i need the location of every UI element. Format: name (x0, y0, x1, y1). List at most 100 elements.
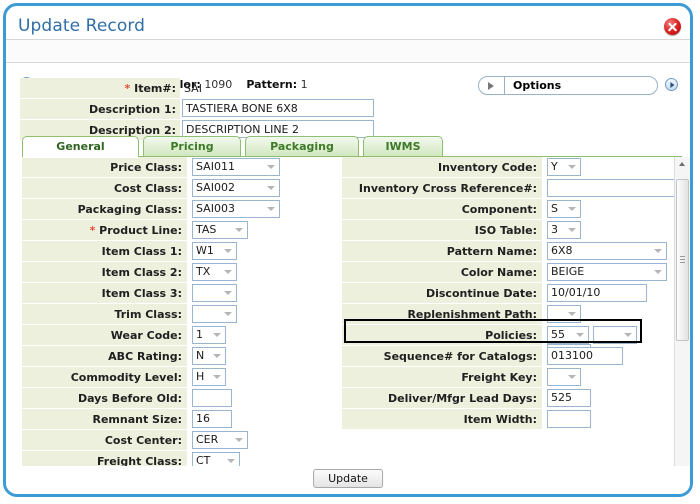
chevron-down-icon[interactable] (576, 333, 584, 337)
field-dropdown[interactable]: SAI011 (192, 158, 280, 176)
field-dropdown[interactable]: 55 (547, 326, 589, 344)
field-dropdown[interactable]: CER (192, 431, 248, 449)
tab-pricing[interactable]: Pricing (143, 136, 241, 157)
play-arrow-icon[interactable] (479, 77, 505, 94)
field-dropdown[interactable] (192, 284, 237, 302)
field-label: * Item#: (20, 78, 180, 99)
update-button[interactable]: Update (313, 469, 383, 488)
field-dropdown[interactable] (192, 305, 237, 323)
close-icon[interactable] (664, 18, 681, 35)
field-dropdown[interactable]: N (192, 347, 226, 365)
field-label-text: Inventory Code: (438, 161, 537, 174)
chevron-down-icon[interactable] (213, 333, 221, 337)
chevron-down-icon[interactable] (224, 312, 232, 316)
chevron-down-icon[interactable] (213, 354, 221, 358)
field-dropdown[interactable] (547, 305, 581, 323)
field-label: Inventory Cross Reference#: (342, 178, 542, 199)
chevron-down-icon[interactable] (267, 186, 275, 190)
field-dropdown[interactable]: BEIGE (547, 263, 667, 281)
form-footer: Update (6, 466, 690, 494)
options-button[interactable]: Options (478, 76, 658, 95)
field-control: 10/01/10 (547, 284, 647, 302)
field-control: N (192, 347, 226, 365)
field-input[interactable]: 16 (192, 410, 232, 428)
field-dropdown[interactable]: Y (547, 158, 581, 176)
record-breadcrumb-bar: Manufacturer: SAI Color: 1090 Pattern: 1… (6, 39, 690, 63)
chevron-down-icon[interactable] (235, 228, 243, 232)
field-dropdown[interactable]: W1 (192, 242, 237, 260)
field-label-text: Component: (462, 203, 537, 216)
field-control: SAI011 (192, 158, 280, 176)
field-input[interactable]: 525 (547, 389, 591, 407)
field-label-text: Cost Class: (114, 182, 182, 195)
chevron-down-icon[interactable] (568, 165, 576, 169)
chevron-down-icon[interactable] (235, 438, 243, 442)
field-dropdown[interactable]: 1 (192, 326, 226, 344)
chevron-down-icon[interactable] (224, 249, 232, 253)
chevron-down-icon[interactable] (624, 333, 632, 337)
field-control: Y (547, 158, 581, 176)
chevron-down-icon[interactable] (568, 312, 576, 316)
field-row: Replenishment Path: (342, 304, 664, 325)
panel-scrollbar[interactable] (674, 157, 690, 477)
field-dropdown[interactable]: TAS (192, 221, 248, 239)
field-label-text: Item Class 1: (102, 245, 182, 258)
field-label: Item Class 3: (22, 283, 187, 304)
field-label-text: Freight Key: (461, 371, 537, 384)
field-label: * Product Line: (22, 220, 187, 241)
chevron-down-icon[interactable] (224, 291, 232, 295)
right-field-column: Inventory Code: Y Inventory Cross Referenc… (342, 157, 664, 430)
field-row: Pattern Name:6X8 (342, 241, 664, 262)
tab-iwms[interactable]: IWMS (363, 136, 443, 157)
field-label: Freight Key: (342, 367, 542, 388)
chevron-down-icon[interactable] (224, 270, 232, 274)
field-label-text: Inventory Cross Reference#: (359, 182, 537, 195)
field-dropdown[interactable]: SAI003 (192, 200, 280, 218)
field-dropdown[interactable]: 3 (547, 221, 581, 239)
field-dropdown[interactable]: TX (192, 263, 237, 281)
field-input[interactable] (547, 410, 591, 428)
field-row: Packaging Class: SAI003 (22, 199, 342, 220)
triangle-up-icon[interactable] (675, 157, 690, 172)
field-control: 6X8 (547, 242, 667, 260)
field-input[interactable]: 013100 (547, 347, 623, 365)
chevron-down-icon[interactable] (568, 375, 576, 379)
chevron-down-icon[interactable] (227, 459, 235, 463)
chevron-down-icon[interactable] (213, 375, 221, 379)
chevron-down-icon[interactable] (267, 207, 275, 211)
field-dropdown[interactable]: S (547, 200, 581, 218)
field-label: Deliver/Mfgr Lead Days: (342, 388, 542, 409)
field-dropdown[interactable]: SAI002 (192, 179, 280, 197)
field-control (547, 305, 581, 323)
chevron-down-icon[interactable] (267, 165, 275, 169)
field-dropdown[interactable]: H (192, 368, 226, 386)
field-label: Packaging Class: (22, 199, 187, 220)
field-label: Commodity Level: (22, 367, 187, 388)
tab-packaging[interactable]: Packaging (245, 136, 359, 157)
next-record-button[interactable] (665, 78, 678, 91)
field-input[interactable] (192, 389, 232, 407)
chevron-down-icon[interactable] (654, 249, 662, 253)
field-label: Wear Code: (22, 325, 187, 346)
field-row: Item Class 1: W1 (22, 241, 342, 262)
breadcrumb-pattern-label: Pattern: (246, 78, 297, 91)
tab-general[interactable]: General (22, 136, 139, 157)
field-control: BEIGE (547, 263, 667, 281)
field-input[interactable] (547, 179, 675, 197)
field-dropdown[interactable] (547, 368, 581, 386)
dropdown-value: 6X8 (551, 243, 573, 259)
field-row: Sequence# for Catalogs:013100 (342, 346, 664, 367)
chevron-down-icon[interactable] (568, 228, 576, 232)
field-dropdown[interactable]: 6X8 (547, 242, 667, 260)
dropdown-value: Y (551, 159, 558, 175)
chevron-down-icon[interactable] (654, 270, 662, 274)
field-row: Freight Key: (342, 367, 664, 388)
field-row: Inventory Code: Y (342, 157, 664, 178)
scroll-thumb[interactable] (676, 179, 689, 341)
field-input[interactable]: 10/01/10 (547, 284, 647, 302)
dropdown-value: 1 (196, 327, 203, 343)
description-input[interactable] (182, 99, 374, 117)
field-row: Price Class:SAI011 (22, 157, 342, 178)
field-dropdown[interactable] (593, 326, 637, 344)
chevron-down-icon[interactable] (568, 207, 576, 211)
